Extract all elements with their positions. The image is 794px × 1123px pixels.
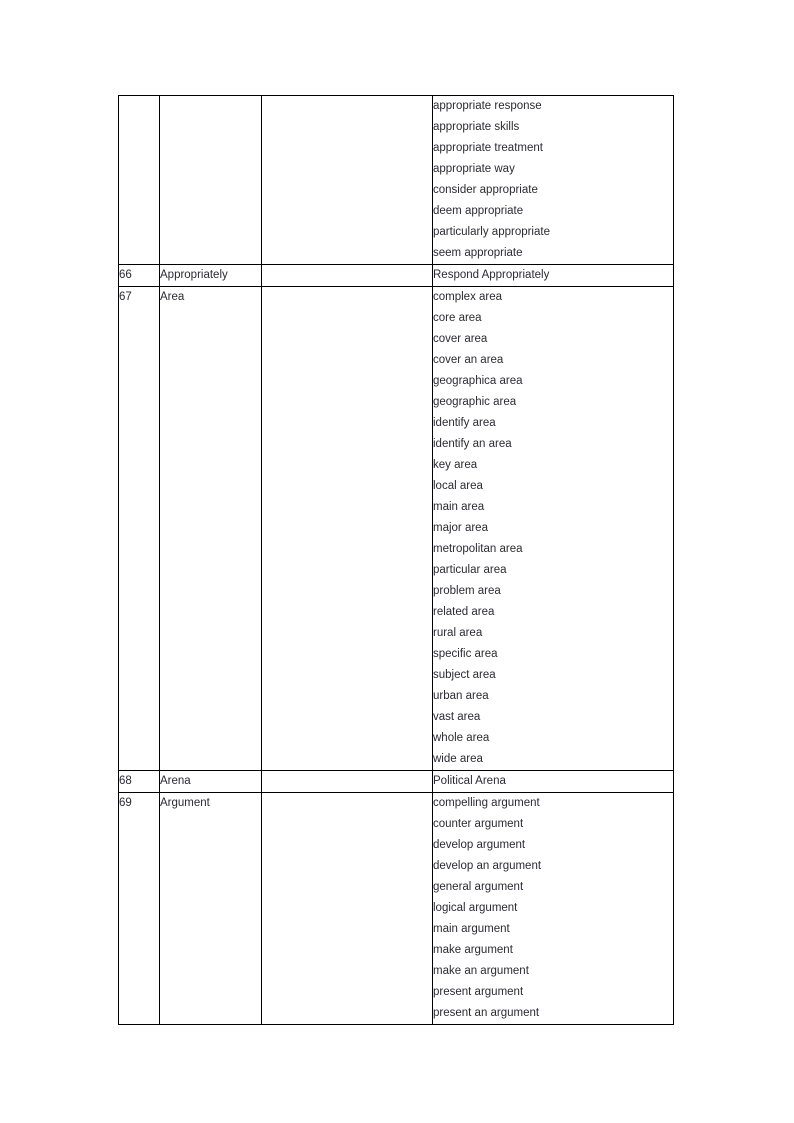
table-row: 68 Arena Political Arena (118, 770, 674, 793)
cell-middle-empty (261, 95, 433, 265)
cell-middle-empty (261, 286, 433, 771)
collocation-item: logical argument (433, 902, 518, 914)
collocation-item: deem appropriate (433, 205, 524, 217)
cell-collocations: compelling argument counter argument devel… (432, 792, 674, 1025)
collocation-item: make argument (433, 944, 513, 956)
collocation-item: make an argument (433, 965, 529, 977)
collocation-item: wide area (433, 753, 483, 765)
collocation-item: Political Arena (433, 775, 506, 787)
cell-entry-number: 68 (118, 770, 160, 793)
collocation-list: complex area core area cover area cover an … (433, 287, 673, 770)
collocation-item: metropolitan area (433, 543, 523, 555)
table-row: 69 Argument compelling argument counter arg… (118, 792, 674, 1025)
cell-headword (159, 95, 262, 265)
collocation-item: major area (433, 522, 488, 534)
collocation-item: specific area (433, 648, 498, 660)
collocation-item: complex area (433, 291, 503, 303)
table-row: 67 Area complex area core area cover area cov… (118, 286, 674, 771)
cell-headword: Appropriately (159, 264, 262, 287)
collocation-item: develop argument (433, 839, 526, 851)
collocation-item: rural area (433, 627, 483, 639)
collocation-item: present argument (433, 986, 524, 998)
collocation-item: counter argument (433, 818, 524, 830)
collocation-item: identify an area (433, 438, 512, 450)
collocation-item: present an argument (433, 1007, 540, 1019)
collocation-item: whole area (433, 732, 490, 744)
cell-headword: Argument (159, 792, 262, 1025)
collocation-item: local area (433, 480, 483, 492)
collocation-list: Respond Appropriately (433, 265, 673, 286)
cell-headword: Area (159, 286, 262, 771)
cell-collocations: Political Arena (432, 770, 674, 793)
cell-middle-empty (261, 770, 433, 793)
collocation-item: cover area (433, 333, 488, 345)
cell-headword: Arena (159, 770, 262, 793)
collocation-item: appropriate skills (433, 121, 520, 133)
cell-entry-number (118, 95, 160, 265)
collocation-item: develop an argument (433, 860, 542, 872)
collocation-item: particular area (433, 564, 507, 576)
collocation-item: problem area (433, 585, 501, 597)
collocation-item: Respond Appropriately (433, 269, 550, 281)
cell-collocations: appropriate response appropriate skills ap… (432, 95, 674, 265)
table-row: appropriate response appropriate skills ap… (118, 95, 674, 265)
collocation-item: appropriate treatment (433, 142, 543, 154)
collocation-item: geographic area (433, 396, 517, 408)
collocation-item: general argument (433, 881, 524, 893)
collocation-item: identify area (433, 417, 496, 429)
cell-middle-empty (261, 264, 433, 287)
collocation-item: consider appropriate (433, 184, 538, 196)
collocation-item: cover an area (433, 354, 504, 366)
collocation-item: appropriate way (433, 163, 515, 175)
table-row: 66 Appropriately Respond Appropriately (118, 264, 674, 287)
document-page: appropriate response appropriate skills ap… (0, 0, 794, 1123)
collocation-item: core area (433, 312, 482, 324)
cell-entry-number: 67 (118, 286, 160, 771)
cell-collocations: complex area core area cover area cover an … (432, 286, 674, 771)
collocation-item: main argument (433, 923, 510, 935)
collocation-list: Political Arena (433, 771, 673, 792)
cell-middle-empty (261, 792, 433, 1025)
cell-entry-number: 66 (118, 264, 160, 287)
table-body: appropriate response appropriate skills ap… (118, 95, 674, 1025)
cell-collocations: Respond Appropriately (432, 264, 674, 287)
collocation-table: appropriate response appropriate skills ap… (118, 95, 674, 1025)
collocation-item: key area (433, 459, 478, 471)
collocation-item: compelling argument (433, 797, 540, 809)
collocation-item: particularly appropriate (433, 226, 550, 238)
collocation-item: subject area (433, 669, 496, 681)
collocation-item: appropriate response (433, 100, 542, 112)
collocation-item: main area (433, 501, 485, 513)
collocation-list: compelling argument counter argument devel… (433, 793, 673, 1024)
collocation-item: vast area (433, 711, 481, 723)
collocation-item: urban area (433, 690, 489, 702)
collocation-list: appropriate response appropriate skills ap… (433, 96, 673, 264)
collocation-item: seem appropriate (433, 247, 523, 259)
collocation-item: geographica area (433, 375, 523, 387)
cell-entry-number: 69 (118, 792, 160, 1025)
collocation-item: related area (433, 606, 495, 618)
